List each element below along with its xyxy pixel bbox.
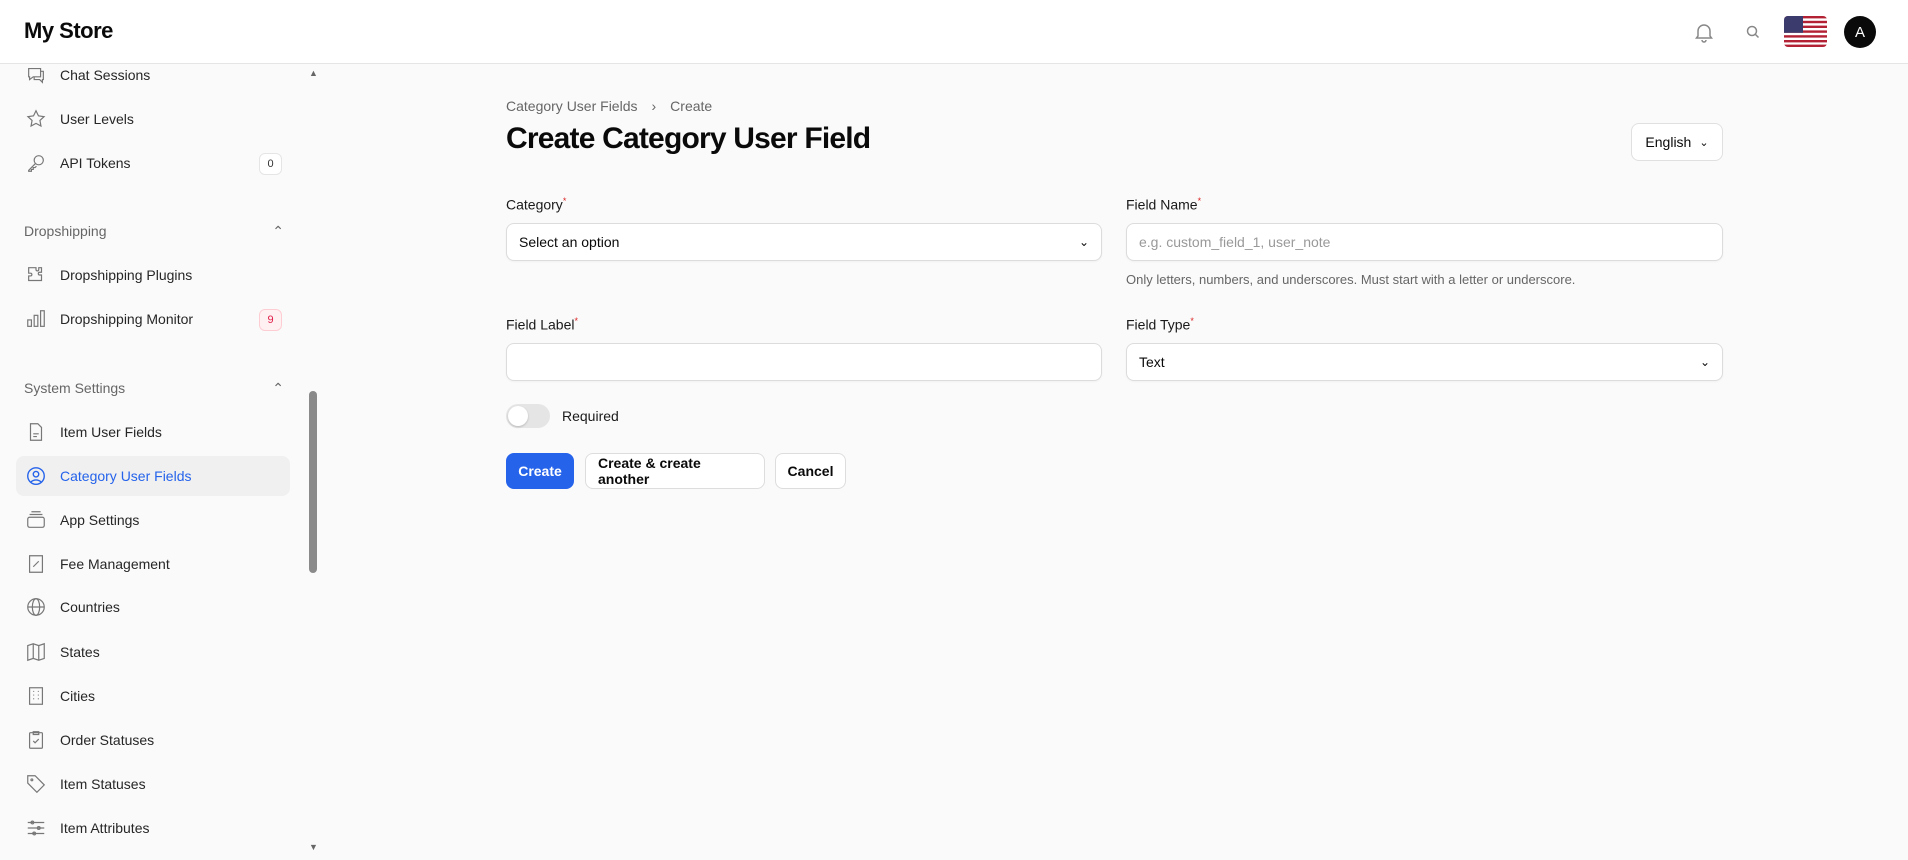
building-icon — [24, 684, 48, 708]
sidebar-item-item-attributes[interactable]: Item Attributes — [16, 808, 290, 848]
star-icon — [24, 107, 48, 131]
language-value: English — [1645, 134, 1692, 150]
field-name-placeholder: e.g. custom_field_1, user_note — [1139, 234, 1331, 250]
user-avatar[interactable]: A — [1844, 16, 1876, 48]
chat-icon — [24, 63, 48, 87]
breadcrumb-current: Create — [670, 98, 713, 114]
monitor-count-badge: 9 — [259, 309, 282, 331]
map-icon — [24, 640, 48, 664]
scrollbar-thumb[interactable] — [309, 391, 317, 573]
scroll-up-arrow-icon[interactable]: ▲ — [309, 68, 318, 78]
sidebar-group-system-settings[interactable]: System Settings ⌃ — [24, 380, 284, 397]
field-label-label: Field Label* — [506, 316, 579, 333]
page-title: Create Category User Field — [506, 122, 871, 155]
chevron-down-icon: ⌄ — [1078, 235, 1089, 249]
sidebar-item-fee-management[interactable]: Fee Management — [16, 544, 290, 584]
app-logo[interactable]: My Store — [24, 18, 113, 44]
category-label: Category* — [506, 196, 567, 213]
group-label: System Settings — [24, 380, 126, 396]
sidebar-group-dropshipping[interactable]: Dropshipping ⌃ — [24, 223, 284, 240]
field-name-label: Field Name* — [1126, 196, 1202, 213]
field-type-select[interactable]: Text ⌄ — [1126, 343, 1723, 381]
inbox-stack-icon — [24, 508, 48, 532]
puzzle-icon — [24, 263, 48, 287]
bar-chart-icon — [24, 307, 48, 331]
receipt-percent-icon — [24, 552, 48, 576]
language-select[interactable]: English ⌄ — [1631, 123, 1723, 161]
chevron-right-icon: › — [651, 98, 657, 114]
field-type-label: Field Type* — [1126, 316, 1194, 333]
field-name-help: Only letters, numbers, and underscores. … — [1126, 272, 1576, 287]
tag-icon — [24, 772, 48, 796]
user-circle-icon — [24, 464, 48, 488]
breadcrumb-link[interactable]: Category User Fields — [506, 98, 638, 114]
required-toggle[interactable] — [506, 404, 550, 428]
category-value: Select an option — [519, 234, 620, 250]
category-select[interactable]: Select an option ⌄ — [506, 223, 1102, 261]
scroll-down-arrow-icon[interactable]: ▼ — [309, 842, 318, 852]
api-tokens-count-badge: 0 — [259, 153, 282, 175]
sidebar-item-dropshipping-monitor[interactable]: Dropshipping Monitor 9 — [16, 299, 290, 339]
document-icon — [24, 420, 48, 444]
search-icon[interactable] — [1741, 20, 1765, 44]
bell-icon[interactable] — [1692, 20, 1716, 44]
sidebar-item-item-user-fields[interactable]: Item User Fields — [16, 412, 290, 452]
key-icon — [24, 151, 48, 175]
globe-icon — [24, 595, 48, 619]
sidebar-item-app-settings[interactable]: App Settings — [16, 500, 290, 540]
sidebar-item-order-statuses[interactable]: Order Statuses — [16, 720, 290, 760]
sidebar-item-user-levels[interactable]: User Levels — [16, 99, 290, 139]
sidebar-item-countries[interactable]: Countries — [16, 587, 290, 627]
top-bar: My Store A — [0, 0, 1908, 64]
clipboard-check-icon — [24, 728, 48, 752]
field-name-input[interactable]: e.g. custom_field_1, user_note — [1126, 223, 1723, 261]
cancel-button[interactable]: Cancel — [775, 453, 846, 489]
group-label: Dropshipping — [24, 223, 107, 239]
chevron-up-icon: ⌃ — [272, 380, 284, 396]
sidebar-item-chat-sessions[interactable]: Chat Sessions — [16, 55, 290, 95]
sidebar-item-item-statuses[interactable]: Item Statuses — [16, 764, 290, 804]
create-button[interactable]: Create — [506, 453, 574, 489]
breadcrumb: Category User Fields › Create — [506, 98, 712, 114]
field-label-input[interactable] — [506, 343, 1102, 381]
chevron-down-icon: ⌄ — [1699, 136, 1709, 149]
sidebar-item-cities[interactable]: Cities — [16, 676, 290, 716]
sliders-icon — [24, 816, 48, 840]
sidebar-item-api-tokens[interactable]: API Tokens 0 — [16, 143, 290, 183]
sidebar: Chat Sessions User Levels API Tokens 0 Dr… — [0, 64, 320, 860]
chevron-up-icon: ⌃ — [272, 223, 284, 239]
create-another-button[interactable]: Create & create another — [585, 453, 765, 489]
field-type-value: Text — [1139, 354, 1165, 370]
us-flag-language-icon[interactable] — [1784, 16, 1827, 47]
sidebar-item-category-user-fields[interactable]: Category User Fields — [16, 456, 290, 496]
sidebar-item-states[interactable]: States — [16, 632, 290, 672]
required-label: Required — [562, 408, 619, 424]
sidebar-item-dropshipping-plugins[interactable]: Dropshipping Plugins — [16, 255, 290, 295]
chevron-down-icon: ⌄ — [1699, 355, 1710, 369]
